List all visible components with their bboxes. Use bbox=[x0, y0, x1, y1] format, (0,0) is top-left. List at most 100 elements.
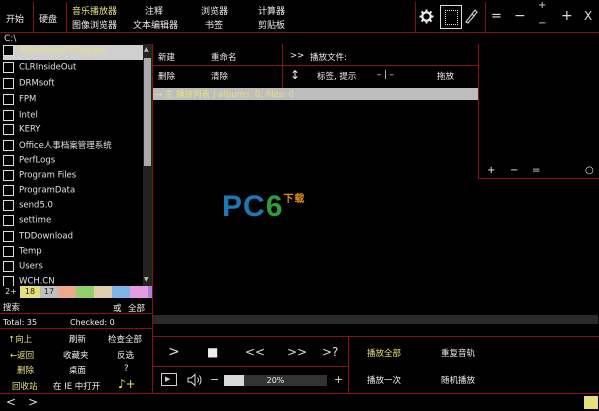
list-item[interactable]: KERY bbox=[3, 124, 143, 139]
checkbox[interactable] bbox=[3, 124, 14, 135]
right-add-button[interactable]: + bbox=[487, 165, 495, 176]
list-item[interactable]: send5.0 bbox=[3, 200, 143, 215]
checkbox[interactable] bbox=[3, 94, 14, 105]
chip-count[interactable]: 2+ bbox=[2, 286, 20, 298]
select-region-icon[interactable] bbox=[440, 5, 462, 29]
list-item[interactable]: Users bbox=[3, 261, 143, 276]
checkbox[interactable] bbox=[3, 246, 14, 257]
play-button[interactable]: > bbox=[168, 344, 180, 360]
bookmarks-button[interactable]: 书签 bbox=[205, 18, 223, 31]
scroll-down-icon[interactable]: ▼ bbox=[144, 276, 149, 283]
browser-button[interactable]: 浏览器 bbox=[201, 4, 228, 17]
current-path[interactable]: C:\ bbox=[4, 34, 16, 44]
tags-button[interactable]: 标签, 提示 bbox=[317, 70, 356, 82]
play-all-button[interactable]: 播放全部 bbox=[367, 347, 401, 359]
color-swatch-button[interactable] bbox=[584, 396, 598, 409]
list-item[interactable]: CLRInsideOut bbox=[3, 62, 143, 77]
add-music-button[interactable]: ♪+ bbox=[118, 377, 136, 391]
rename-button[interactable]: 重命名 bbox=[211, 51, 237, 63]
checkbox[interactable] bbox=[3, 139, 14, 151]
up-button[interactable]: ↑向上 bbox=[8, 333, 32, 345]
list-item[interactable]: FPM bbox=[3, 94, 143, 109]
chip-green[interactable] bbox=[76, 286, 94, 298]
chip-tan[interactable] bbox=[94, 286, 112, 298]
eyedropper-icon[interactable] bbox=[464, 8, 478, 24]
right-equal-button[interactable]: = bbox=[532, 165, 540, 176]
previous-button[interactable]: << bbox=[245, 345, 265, 359]
checkbox[interactable] bbox=[3, 185, 14, 196]
chip-pink[interactable] bbox=[130, 286, 148, 298]
refresh-button[interactable]: 刷新 bbox=[69, 333, 86, 345]
checkbox[interactable] bbox=[3, 110, 14, 121]
volume-down-button[interactable]: − bbox=[210, 373, 219, 386]
invert-selection-button[interactable]: 反选 bbox=[117, 349, 134, 361]
list-item[interactable]: ProgramData bbox=[3, 185, 143, 200]
forward-button[interactable]: >> bbox=[287, 345, 307, 359]
music-player-button[interactable]: 音乐播放器 bbox=[72, 4, 117, 17]
remove-button[interactable]: 删除 bbox=[158, 70, 175, 82]
separator-button[interactable]: – | – bbox=[377, 70, 394, 80]
volume-up-button[interactable]: + bbox=[334, 373, 343, 386]
checkbox[interactable] bbox=[3, 261, 14, 272]
back-nav-button[interactable]: < bbox=[6, 395, 16, 409]
file-list-scrollbar[interactable]: ▲ ▼ bbox=[143, 44, 152, 286]
list-item[interactable]: Adjustment Program bbox=[3, 45, 143, 60]
delete-button[interactable]: 删除 bbox=[17, 364, 34, 376]
favorites-button[interactable]: 收藏夹 bbox=[63, 349, 89, 361]
checkbox[interactable] bbox=[3, 62, 14, 73]
disk-button[interactable]: 硬盘 bbox=[39, 12, 57, 25]
help-button[interactable]: ? bbox=[124, 364, 129, 374]
scroll-up-icon[interactable]: ▲ bbox=[144, 46, 149, 53]
volume-slider[interactable]: 20% bbox=[224, 375, 327, 386]
checkbox[interactable] bbox=[3, 78, 14, 89]
chip-salmon[interactable] bbox=[58, 286, 76, 298]
list-item[interactable]: Temp bbox=[3, 246, 143, 261]
list-item[interactable]: TDDownload bbox=[3, 231, 143, 246]
progress-bar[interactable] bbox=[153, 315, 598, 324]
playlist-row[interactable]: → 主 播放列表 | albums: 0, files: 0 bbox=[153, 88, 478, 100]
shuffle-button[interactable]: 随机播放 bbox=[441, 374, 475, 386]
clear-button[interactable]: 清除 bbox=[211, 70, 228, 82]
back-button[interactable]: ←返回 bbox=[10, 349, 34, 361]
list-item[interactable]: DRMsoft bbox=[3, 78, 143, 93]
checkbox[interactable] bbox=[3, 200, 14, 211]
drag-drop-button[interactable]: 拖放 bbox=[437, 70, 454, 82]
recycle-bin-button[interactable]: 回收站 bbox=[12, 380, 38, 392]
right-circle-button[interactable]: ○ bbox=[585, 165, 594, 176]
list-item[interactable]: PerfLogs bbox=[3, 155, 143, 170]
equals-button[interactable]: = bbox=[491, 9, 502, 24]
text-editor-button[interactable]: 文本编辑器 bbox=[133, 18, 178, 31]
chip-blue[interactable] bbox=[112, 286, 130, 298]
list-item[interactable]: Intel bbox=[3, 110, 143, 125]
random-next-button[interactable]: >? bbox=[322, 345, 338, 359]
checkbox[interactable] bbox=[3, 231, 14, 242]
desktop-button[interactable]: 桌面 bbox=[69, 364, 86, 376]
gear-icon[interactable] bbox=[419, 9, 434, 24]
chip-gray[interactable]: 17 bbox=[40, 286, 58, 298]
playlist-toggle-icon[interactable]: ▶ bbox=[161, 373, 177, 386]
close-button[interactable]: X bbox=[584, 9, 592, 23]
new-playlist-button[interactable]: 新建 bbox=[158, 51, 175, 63]
decrease-button[interactable]: − bbox=[538, 18, 546, 29]
increase-button[interactable]: + bbox=[538, 0, 546, 11]
right-remove-button[interactable]: − bbox=[510, 165, 518, 176]
repeat-track-button[interactable]: 重复音轨 bbox=[441, 347, 475, 359]
list-item[interactable]: Office人事档案管理系统 bbox=[3, 139, 143, 154]
checkbox[interactable] bbox=[3, 215, 14, 226]
stop-button[interactable]: ■ bbox=[207, 345, 218, 359]
chip-yellow[interactable]: 18 bbox=[20, 286, 40, 298]
clipboard-button[interactable]: 剪贴板 bbox=[258, 18, 285, 31]
calculator-button[interactable]: 计算器 bbox=[258, 4, 285, 17]
checkbox[interactable] bbox=[3, 45, 14, 56]
list-item[interactable]: Program Files bbox=[3, 170, 143, 185]
open-in-ie-button[interactable]: 在 IE 中打开 bbox=[53, 380, 100, 392]
start-button[interactable]: 开始 bbox=[6, 12, 24, 25]
notes-button[interactable]: 注释 bbox=[145, 4, 163, 17]
expand-button[interactable]: >> bbox=[290, 51, 304, 61]
play-once-button[interactable]: 播放一次 bbox=[367, 374, 401, 386]
checkbox[interactable] bbox=[3, 276, 14, 286]
scrollbar-thumb[interactable] bbox=[144, 58, 151, 166]
search-label[interactable]: 搜索 bbox=[3, 301, 20, 313]
forward-nav-button[interactable]: > bbox=[28, 395, 38, 409]
sort-icon[interactable]: ↕ bbox=[290, 68, 300, 82]
